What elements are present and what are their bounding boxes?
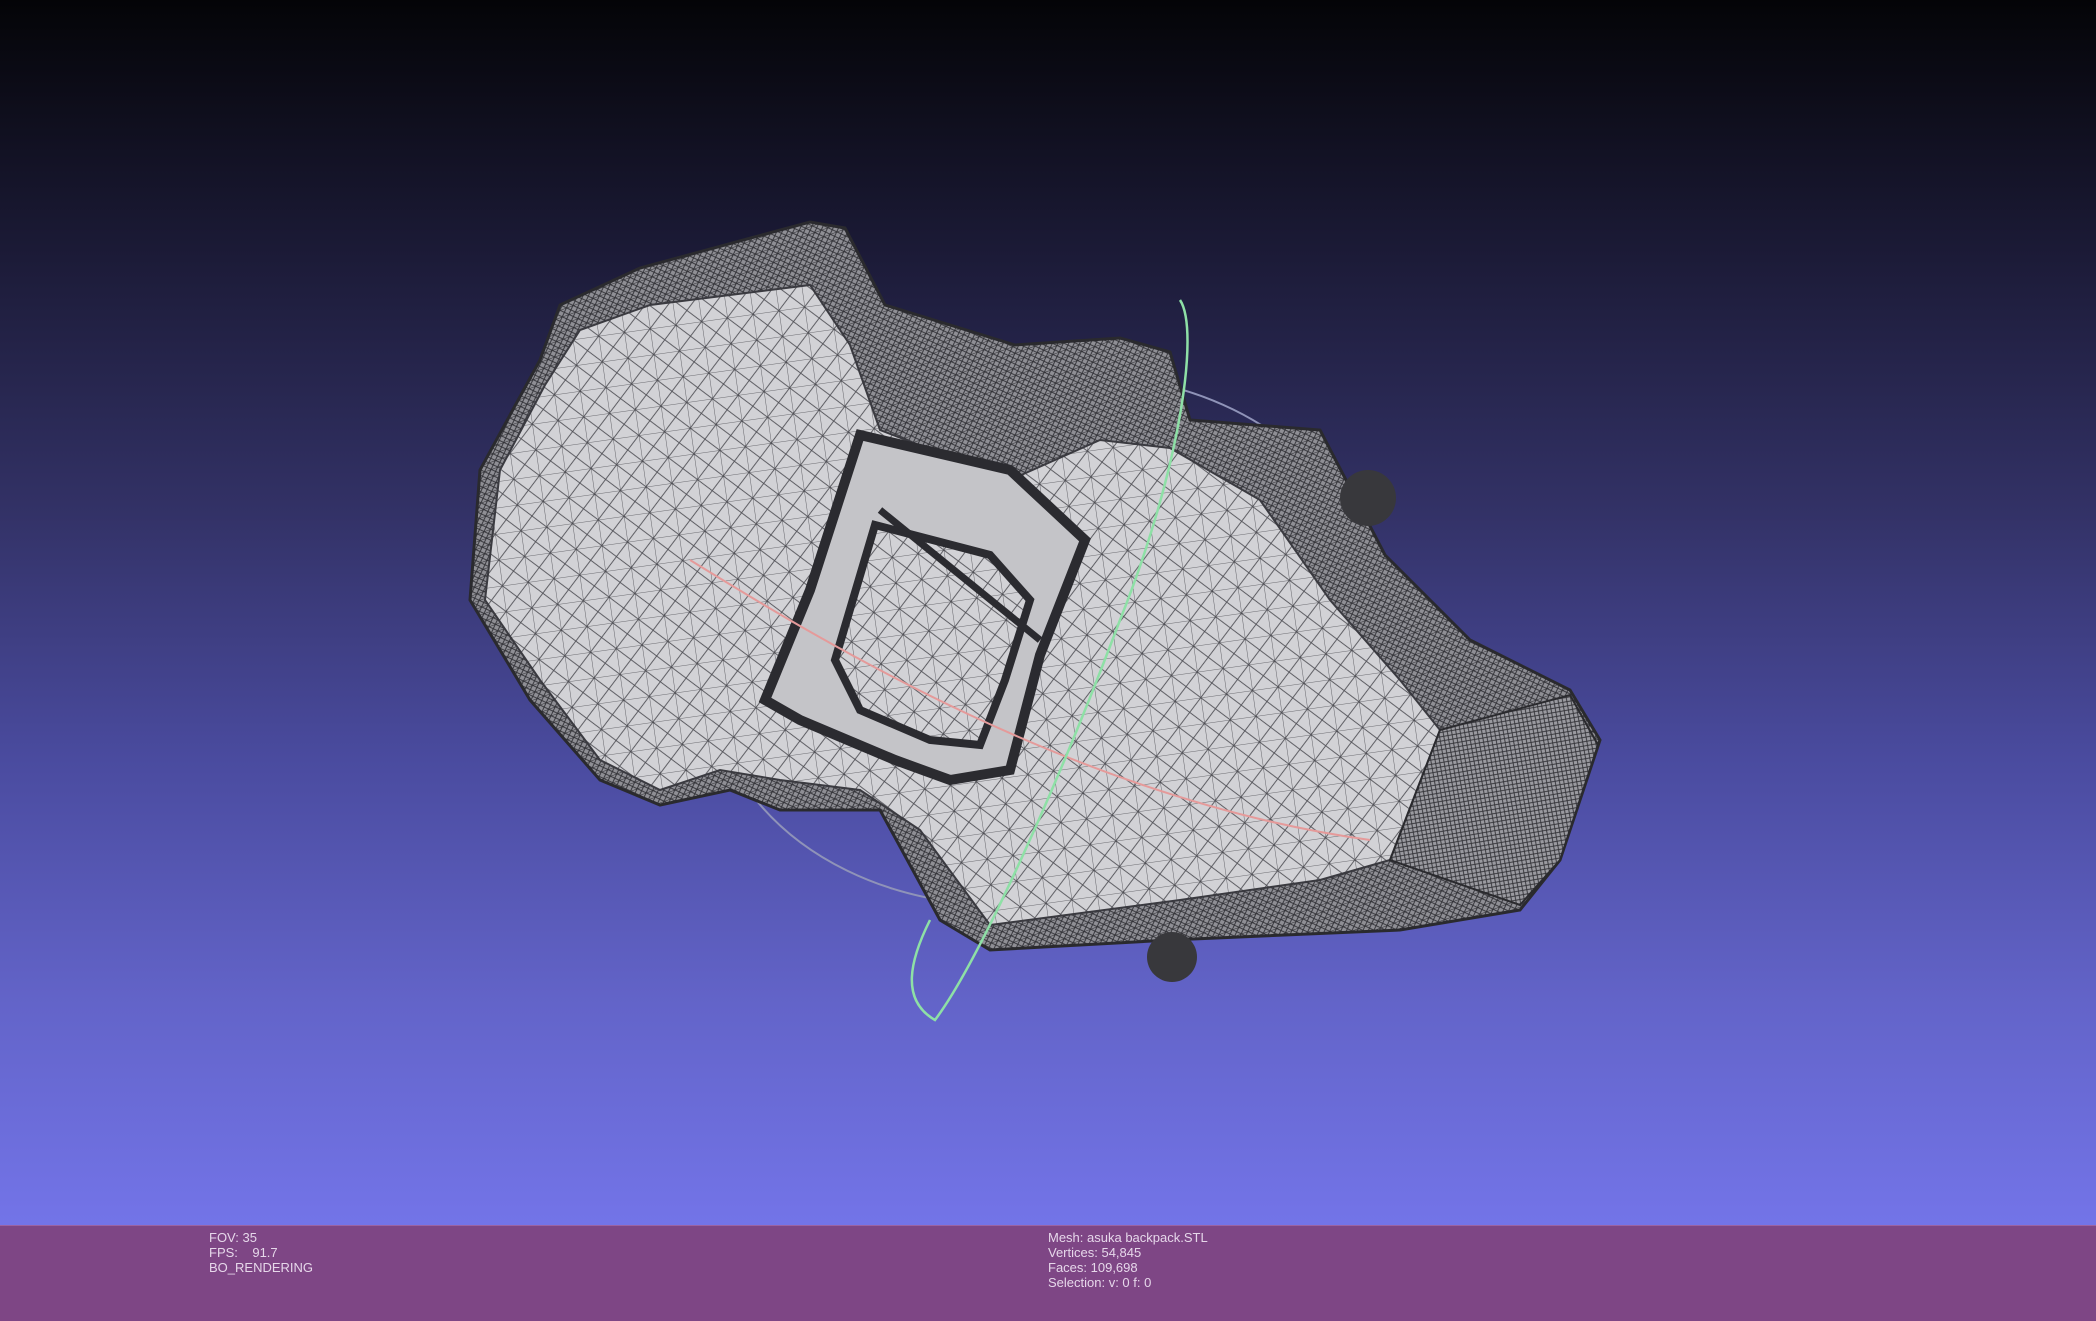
mesh-sphere-right bbox=[1340, 470, 1396, 526]
vertices-readout: Vertices: 54,845 bbox=[1048, 1245, 1142, 1260]
status-bar: FOV: 35 FPS: 91.7 BO_RENDERING Mesh: asu… bbox=[0, 1225, 2096, 1321]
3d-viewport[interactable] bbox=[0, 0, 2096, 1225]
mesh-sphere-bottom bbox=[1147, 932, 1197, 982]
render-info: FOV: 35 FPS: 91.7 BO_RENDERING bbox=[209, 1230, 313, 1275]
selection-readout: Selection: v: 0 f: 0 bbox=[1048, 1275, 1152, 1290]
mesh-scene[interactable] bbox=[0, 0, 2096, 1225]
fov-readout: FOV: 35 bbox=[209, 1230, 257, 1245]
mesh-info: Mesh: asuka backpack.STL Vertices: 54,84… bbox=[1048, 1230, 1208, 1290]
mesh-name-readout: Mesh: asuka backpack.STL bbox=[1048, 1230, 1208, 1245]
render-mode-readout: BO_RENDERING bbox=[209, 1260, 314, 1275]
fps-readout: FPS: 91.7 bbox=[209, 1245, 278, 1260]
faces-readout: Faces: 109,698 bbox=[1048, 1260, 1138, 1275]
